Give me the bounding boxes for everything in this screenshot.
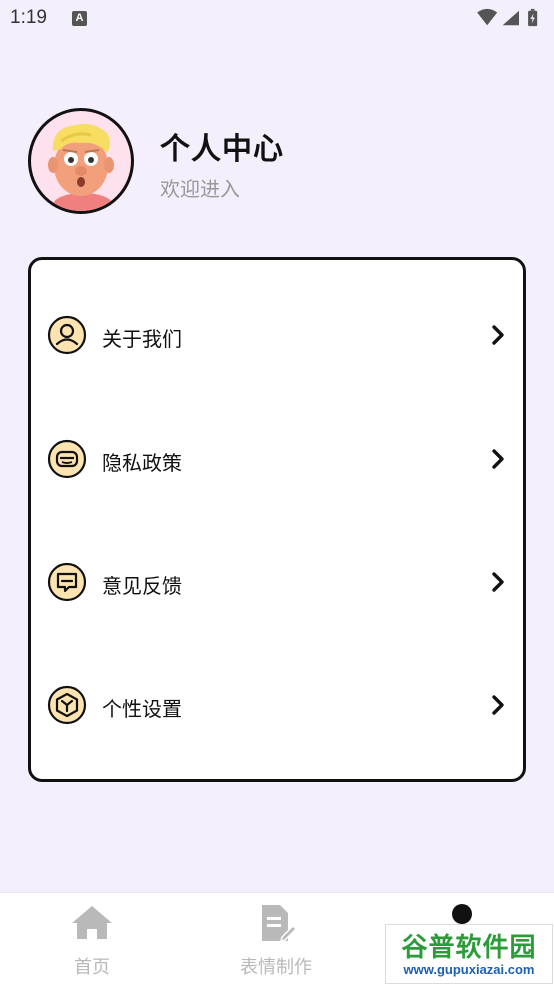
tab-home[interactable]: 首页 bbox=[0, 893, 184, 985]
status-bar: 1:19 A bbox=[0, 0, 554, 38]
menu-item-feedback[interactable]: 意见反馈 bbox=[31, 553, 523, 613]
avatar[interactable] bbox=[28, 108, 134, 214]
welcome-subtitle: 欢迎进入 bbox=[160, 177, 240, 201]
tab-emoji-maker[interactable]: 表情制作 bbox=[184, 893, 368, 985]
menu-item-about-us[interactable]: 关于我们 bbox=[31, 306, 523, 366]
message-icon bbox=[47, 562, 87, 602]
tab-label: 表情制作 bbox=[240, 957, 312, 978]
menu-item-label: 意见反馈 bbox=[102, 574, 182, 598]
battery-icon bbox=[528, 8, 538, 27]
status-icons bbox=[477, 8, 538, 27]
chevron-right-icon bbox=[492, 449, 504, 469]
home-icon bbox=[72, 906, 112, 939]
menu-card: 关于我们 隐私政策 意见反馈 个性设置 bbox=[28, 257, 526, 782]
menu-item-label: 个性设置 bbox=[102, 697, 182, 721]
tab-label: 首页 bbox=[74, 957, 110, 978]
menu-item-label: 关于我们 bbox=[102, 327, 182, 351]
mask-icon bbox=[47, 439, 87, 479]
status-time: 1:19 bbox=[10, 7, 47, 28]
chevron-right-icon bbox=[492, 572, 504, 592]
page-title: 个人中心 bbox=[160, 132, 284, 167]
user-circle-icon bbox=[47, 315, 87, 355]
notification-icon: A bbox=[72, 11, 87, 26]
wifi-icon bbox=[477, 8, 498, 26]
chevron-right-icon bbox=[492, 325, 504, 345]
cube-settings-icon bbox=[47, 685, 87, 725]
watermark-title: 谷普软件园 bbox=[401, 933, 537, 963]
watermark-logo: 谷普软件园 www.gupuxiazai.com bbox=[385, 924, 553, 984]
chevron-right-icon bbox=[492, 695, 504, 715]
edit-document-icon bbox=[262, 905, 298, 943]
signal-icon bbox=[502, 10, 519, 26]
menu-item-label: 隐私政策 bbox=[102, 451, 182, 475]
menu-item-privacy-policy[interactable]: 隐私政策 bbox=[31, 430, 523, 490]
watermark-url: www.gupuxiazai.com bbox=[403, 962, 535, 977]
menu-item-personal-settings[interactable]: 个性设置 bbox=[31, 676, 523, 736]
